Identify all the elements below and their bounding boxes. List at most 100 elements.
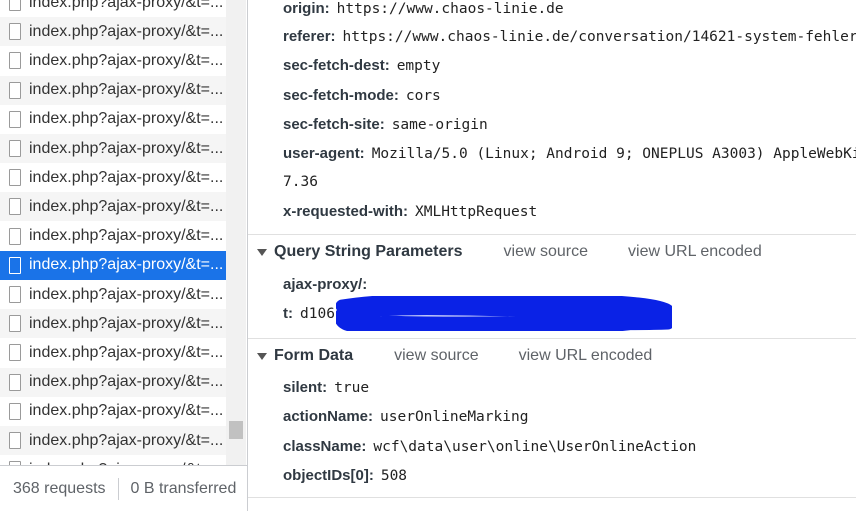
request-row[interactable]: index.php?ajax-proxy/&t=...	[0, 367, 226, 397]
request-name: index.php?ajax-proxy/&t=...	[29, 227, 224, 245]
request-name: index.php?ajax-proxy/&t=...	[29, 110, 224, 128]
transferred-size: 0 B transferred	[130, 479, 237, 497]
header-row-sec-fetch-mode: sec-fetch-mode: cors	[283, 87, 441, 104]
request-row[interactable]: index.php?ajax-proxy/&t=...	[0, 163, 226, 192]
document-icon	[9, 227, 21, 245]
view-source-link[interactable]: view source	[504, 243, 588, 261]
request-row[interactable]: index.php?ajax-proxy/&t=...	[0, 338, 226, 367]
document-icon	[9, 344, 21, 362]
request-name: index.php?ajax-proxy/&t=...	[29, 402, 224, 420]
document-icon	[9, 432, 21, 449]
document-icon	[9, 52, 21, 70]
header-row-sec-fetch-dest: sec-fetch-dest: empty	[283, 57, 440, 74]
header-value: https://www.chaos-linie.de/conversation/…	[342, 29, 856, 45]
header-value: cors	[405, 88, 441, 104]
request-row[interactable]: index.php?ajax-proxy/&t=...	[0, 134, 226, 163]
header-key: sec-fetch-mode:	[283, 87, 399, 104]
request-list-panel: index.php?ajax-proxy/&t=... index.php?aja…	[0, 0, 248, 511]
query-string-section-header[interactable]: Query String Parameters view source view…	[248, 234, 856, 269]
request-row[interactable]: index.php?ajax-proxy/&t=...	[0, 75, 226, 105]
param-value: wcf\data\user\online\UserOnlineAction	[373, 439, 697, 455]
request-name: index.php?ajax-proxy/&t=...	[29, 51, 224, 69]
document-icon	[9, 23, 21, 41]
request-row[interactable]: index.php?ajax-proxy/&t=...	[0, 222, 226, 251]
param-value: true	[334, 380, 370, 396]
header-value: XMLHttpRequest	[415, 204, 538, 220]
document-icon	[9, 286, 21, 303]
view-url-encoded-link[interactable]: view URL encoded	[628, 243, 762, 261]
request-name: index.php?ajax-proxy/&t=...	[29, 22, 224, 40]
request-name: index.php?ajax-proxy/&t=...	[29, 285, 224, 303]
request-name: index.php?ajax-proxy/&t=...	[29, 256, 224, 274]
request-row[interactable]: index.php?ajax-proxy/&t=...	[0, 426, 226, 455]
document-icon	[9, 315, 21, 333]
document-icon	[9, 110, 21, 128]
request-name: index.php?ajax-proxy/&t=...	[29, 314, 224, 332]
header-value: https://www.chaos-linie.de	[336, 1, 564, 17]
header-key: sec-fetch-dest:	[283, 57, 390, 74]
form-data-section-header[interactable]: Form Data view source view URL encoded	[248, 338, 856, 373]
header-row-user-agent: user-agent: Mozilla/5.0 (Linux; Android …	[283, 145, 856, 162]
request-row[interactable]: index.php?ajax-proxy/&t=...	[0, 397, 226, 426]
document-icon	[9, 169, 21, 187]
request-name: index.php?ajax-proxy/&t=...	[29, 197, 224, 215]
request-list-scrollbar[interactable]	[226, 0, 246, 465]
section-title: Query String Parameters	[274, 243, 463, 260]
document-icon	[9, 81, 21, 99]
header-key: origin:	[283, 0, 330, 17]
request-row[interactable]: index.php?ajax-proxy/&t=...	[0, 250, 226, 280]
param-value: 508	[380, 468, 408, 484]
document-icon	[9, 0, 21, 11]
request-row[interactable]: index.php?ajax-proxy/&t=...	[0, 455, 226, 465]
param-key: actionName:	[283, 408, 374, 425]
header-row-sec-fetch-site: sec-fetch-site: same-origin	[283, 116, 488, 133]
query-param-row: ajax-proxy/:	[283, 276, 374, 293]
network-status-bar: 368 requests 0 B transferred	[0, 465, 247, 511]
form-param-row: objectIDs[0]: 508	[283, 467, 407, 484]
param-value: userOnlineMarking	[380, 409, 529, 425]
request-name: index.php?ajax-proxy/&t=...	[29, 0, 224, 11]
redaction-scribble	[336, 296, 672, 331]
collapse-triangle-icon[interactable]	[257, 248, 267, 256]
scrollbar-thumb[interactable]	[229, 421, 243, 439]
request-count: 368 requests	[13, 479, 106, 497]
request-details-panel: origin: https://www.chaos-linie.de refer…	[248, 0, 856, 511]
request-list: index.php?ajax-proxy/&t=... index.php?aja…	[0, 0, 226, 465]
form-param-row: className: wcf\data\user\online\UserOnli…	[283, 438, 696, 455]
header-value: Mozilla/5.0 (Linux; Android 9; ONEPLUS A…	[371, 146, 856, 162]
view-source-link[interactable]: view source	[394, 347, 478, 365]
header-value: same-origin	[391, 117, 488, 133]
request-row[interactable]: index.php?ajax-proxy/&t=...	[0, 192, 226, 222]
header-value-continuation: 7.36	[283, 174, 318, 190]
param-key: ajax-proxy/:	[283, 276, 368, 293]
document-icon	[9, 198, 21, 216]
document-icon	[9, 140, 21, 157]
param-key: objectIDs[0]:	[283, 467, 374, 484]
param-key: t:	[283, 305, 293, 322]
request-row[interactable]: index.php?ajax-proxy/&t=...	[0, 46, 226, 75]
request-name: index.php?ajax-proxy/&t=...	[29, 168, 224, 186]
header-key: x-requested-with:	[283, 203, 409, 220]
document-icon	[9, 256, 21, 274]
document-icon	[9, 373, 21, 391]
request-name: index.php?ajax-proxy/&t=...	[29, 431, 224, 449]
param-key: silent:	[283, 379, 328, 396]
header-value: empty	[396, 58, 441, 74]
request-name: index.php?ajax-proxy/&t=...	[29, 373, 224, 391]
view-url-encoded-link[interactable]: view URL encoded	[519, 347, 653, 365]
request-row[interactable]: index.php?ajax-proxy/&t=...	[0, 105, 226, 134]
header-row-referer: referer: https://www.chaos-linie.de/conv…	[283, 28, 856, 45]
request-row[interactable]: index.php?ajax-proxy/&t=...	[0, 17, 226, 47]
request-name: index.php?ajax-proxy/&t=...	[29, 139, 224, 157]
header-row-x-requested-with: x-requested-with: XMLHttpRequest	[283, 203, 537, 220]
request-row[interactable]: index.php?ajax-proxy/&t=...	[0, 0, 226, 17]
request-name: index.php?ajax-proxy/&t=...	[29, 81, 224, 99]
request-row[interactable]: index.php?ajax-proxy/&t=...	[0, 280, 226, 309]
request-row[interactable]: index.php?ajax-proxy/&t=...	[0, 309, 226, 339]
form-param-row: silent: true	[283, 379, 369, 396]
param-key: className:	[283, 438, 367, 455]
param-value: d106	[300, 306, 335, 322]
header-row-origin: origin: https://www.chaos-linie.de	[283, 0, 564, 17]
collapse-triangle-icon[interactable]	[257, 352, 267, 360]
form-param-row: actionName: userOnlineMarking	[283, 408, 528, 425]
